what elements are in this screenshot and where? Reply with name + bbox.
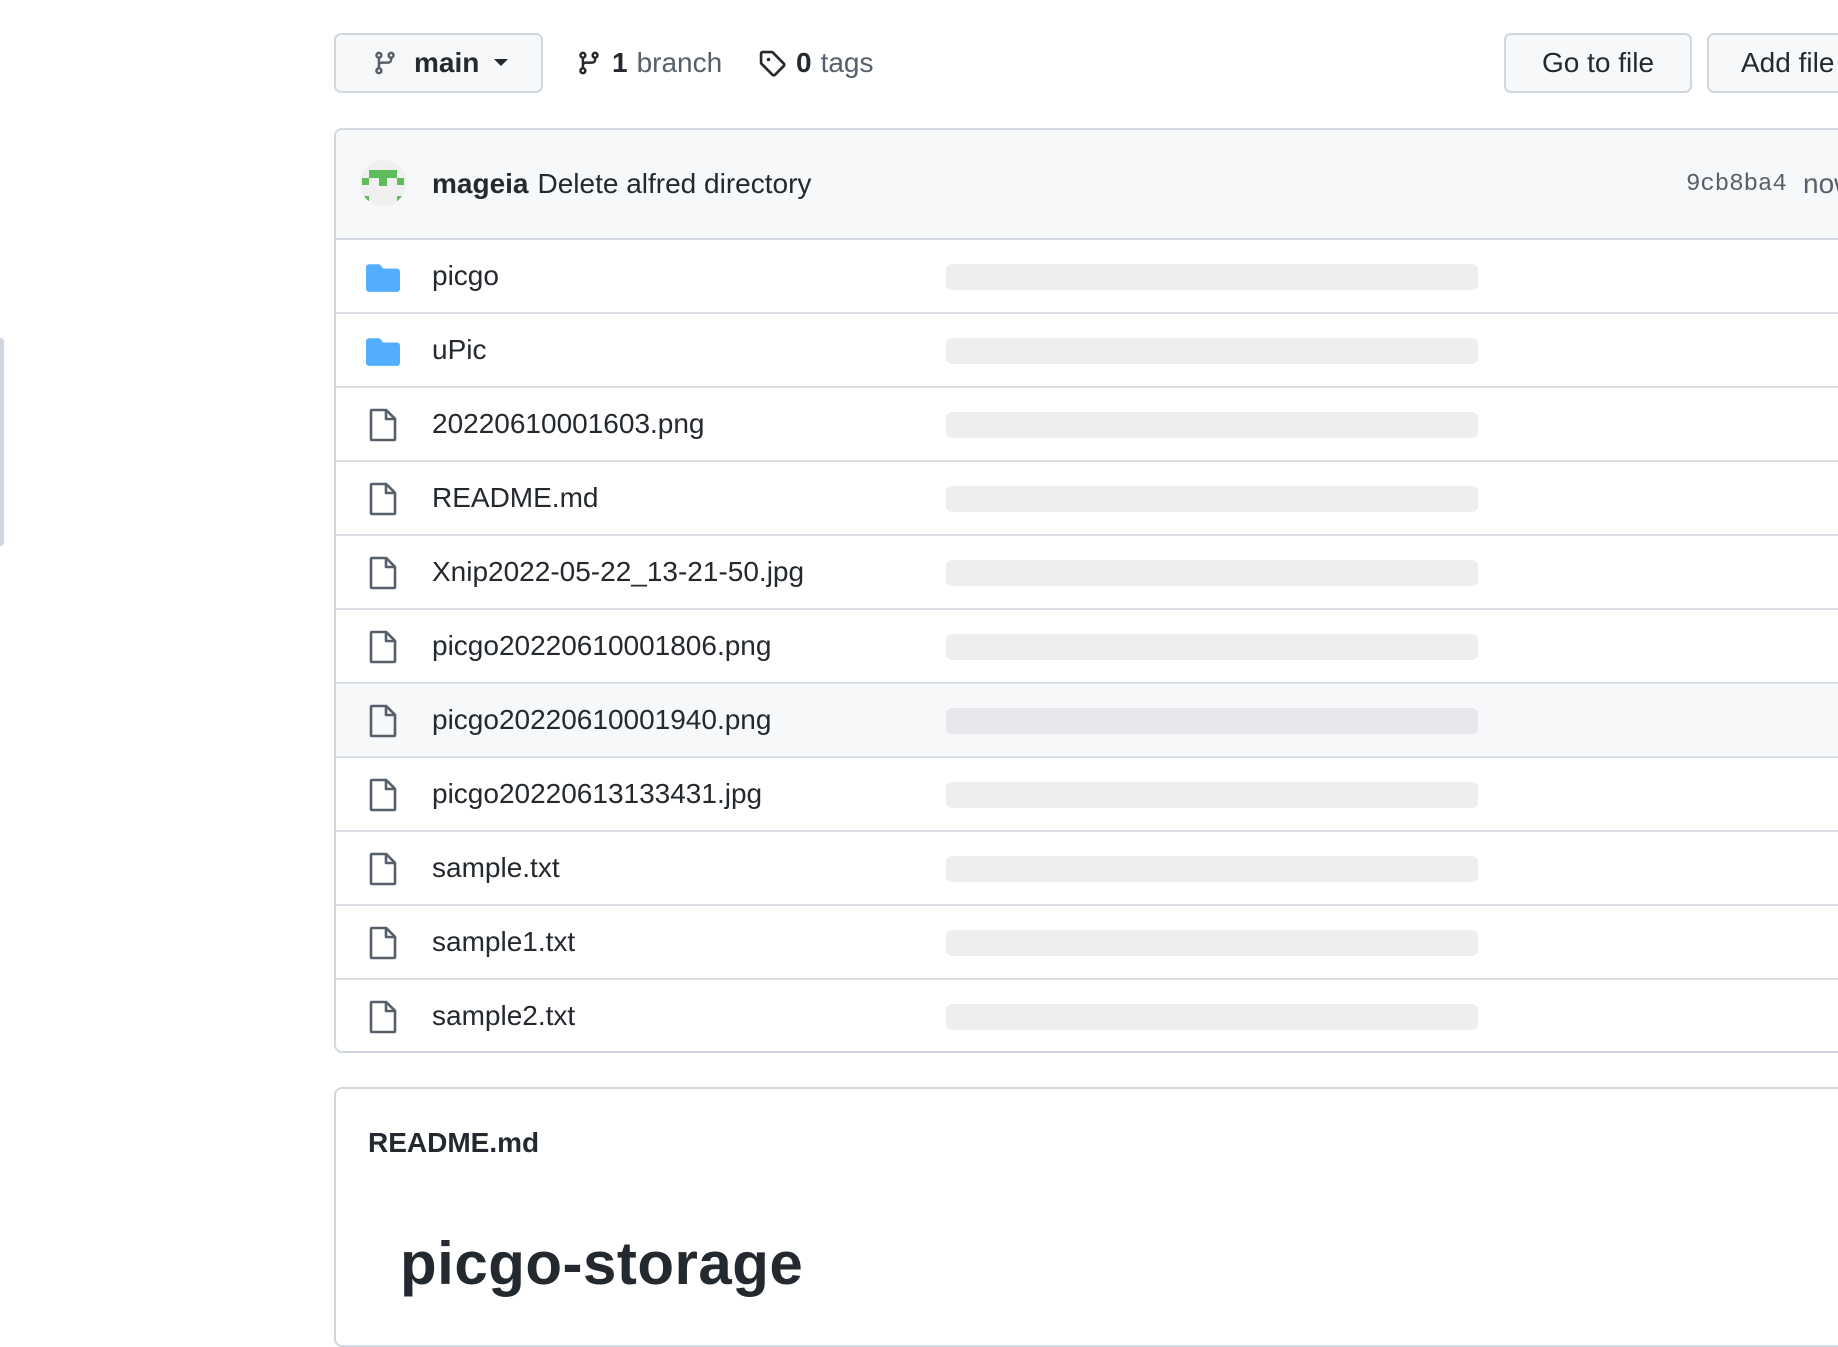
file-icon bbox=[366, 630, 400, 664]
commit-message-placeholder bbox=[946, 708, 1478, 734]
commit-message-placeholder bbox=[946, 782, 1478, 808]
tags-label: tags bbox=[820, 47, 874, 78]
tags-link[interactable]: 0 tags bbox=[758, 33, 874, 93]
file-list: mageia Delete alfred directory 9cb8ba4 n… bbox=[334, 128, 1838, 1053]
file-row[interactable]: picgo20220610001806.png bbox=[336, 610, 1838, 684]
folder-icon bbox=[366, 260, 400, 294]
file-name-link[interactable]: sample1.txt bbox=[432, 926, 575, 958]
branches-count: 1 bbox=[612, 47, 628, 78]
branches-link[interactable]: 1 branch bbox=[576, 33, 722, 93]
file-icon bbox=[366, 778, 400, 812]
readme-panel: README.md picgo-storage bbox=[334, 1087, 1838, 1347]
go-to-file-button[interactable]: Go to file bbox=[1504, 33, 1692, 93]
file-icon bbox=[366, 1000, 400, 1034]
branch-select-label: main bbox=[414, 47, 480, 78]
file-name-link[interactable]: 20220610001603.png bbox=[432, 408, 705, 440]
file-icon bbox=[366, 556, 400, 590]
file-name-link[interactable]: picgo20220613133431.jpg bbox=[432, 778, 762, 810]
file-name-link[interactable]: Xnip2022-05-22_13-21-50.jpg bbox=[432, 556, 804, 588]
side-panel-edge bbox=[0, 338, 4, 546]
commit-message[interactable]: Delete alfred directory bbox=[538, 168, 812, 200]
tag-icon bbox=[758, 49, 786, 77]
commit-message-placeholder bbox=[946, 264, 1478, 290]
commit-message-placeholder bbox=[946, 338, 1478, 364]
file-icon bbox=[366, 852, 400, 886]
commit-message-placeholder bbox=[946, 930, 1478, 956]
triangle-down-icon bbox=[493, 58, 509, 68]
commit-message-placeholder bbox=[946, 486, 1478, 512]
commit-message-placeholder bbox=[946, 560, 1478, 586]
latest-commit-bar: mageia Delete alfred directory 9cb8ba4 n… bbox=[336, 130, 1838, 240]
file-row[interactable]: 20220610001603.png bbox=[336, 388, 1838, 462]
branch-select-button[interactable]: main bbox=[334, 33, 543, 93]
git-branch-icon bbox=[372, 49, 398, 77]
file-name-link[interactable]: picgo bbox=[432, 260, 499, 292]
file-row[interactable]: README.md bbox=[336, 462, 1838, 536]
file-row[interactable]: uPic bbox=[336, 314, 1838, 388]
tags-count: 0 bbox=[796, 47, 812, 78]
readme-filename[interactable]: README.md bbox=[368, 1127, 539, 1159]
file-icon bbox=[366, 704, 400, 738]
folder-icon bbox=[366, 334, 400, 368]
file-icon bbox=[366, 482, 400, 516]
commit-author[interactable]: mageia bbox=[432, 168, 529, 200]
file-row[interactable]: sample.txt bbox=[336, 832, 1838, 906]
commit-message-placeholder bbox=[946, 856, 1478, 882]
file-name-link[interactable]: README.md bbox=[432, 482, 598, 514]
commit-sha[interactable]: 9cb8ba4 bbox=[1686, 130, 1787, 238]
file-name-link[interactable]: picgo20220610001940.png bbox=[432, 704, 771, 736]
repo-toolbar: main 1 branch 0 tags Go to file Add file bbox=[334, 33, 1838, 95]
file-name-link[interactable]: sample.txt bbox=[432, 852, 560, 884]
commit-message-placeholder bbox=[946, 412, 1478, 438]
branches-label: branch bbox=[636, 47, 723, 78]
file-row[interactable]: picgo20220610001940.png bbox=[336, 684, 1838, 758]
file-row[interactable]: Xnip2022-05-22_13-21-50.jpg bbox=[336, 536, 1838, 610]
file-row[interactable]: sample1.txt bbox=[336, 906, 1838, 980]
file-row[interactable]: sample2.txt bbox=[336, 980, 1838, 1051]
file-name-link[interactable]: uPic bbox=[432, 334, 486, 366]
file-icon bbox=[366, 926, 400, 960]
file-row[interactable]: picgo bbox=[336, 240, 1838, 314]
avatar[interactable] bbox=[360, 160, 406, 206]
commit-summary: mageia Delete alfred directory bbox=[432, 130, 811, 238]
commit-message-placeholder bbox=[946, 1004, 1478, 1030]
commit-message-placeholder bbox=[946, 634, 1478, 660]
file-name-link[interactable]: picgo20220610001806.png bbox=[432, 630, 771, 662]
commit-time: now bbox=[1803, 168, 1838, 199]
file-name-link[interactable]: sample2.txt bbox=[432, 1000, 575, 1032]
readme-heading: picgo-storage bbox=[400, 1230, 804, 1297]
file-icon bbox=[366, 408, 400, 442]
git-branch-icon bbox=[576, 49, 602, 77]
add-file-button[interactable]: Add file bbox=[1707, 33, 1838, 93]
file-row[interactable]: picgo20220613133431.jpg bbox=[336, 758, 1838, 832]
file-rows: picgo uPic 20220610001603.png README.md Xnip… bbox=[336, 240, 1838, 1051]
